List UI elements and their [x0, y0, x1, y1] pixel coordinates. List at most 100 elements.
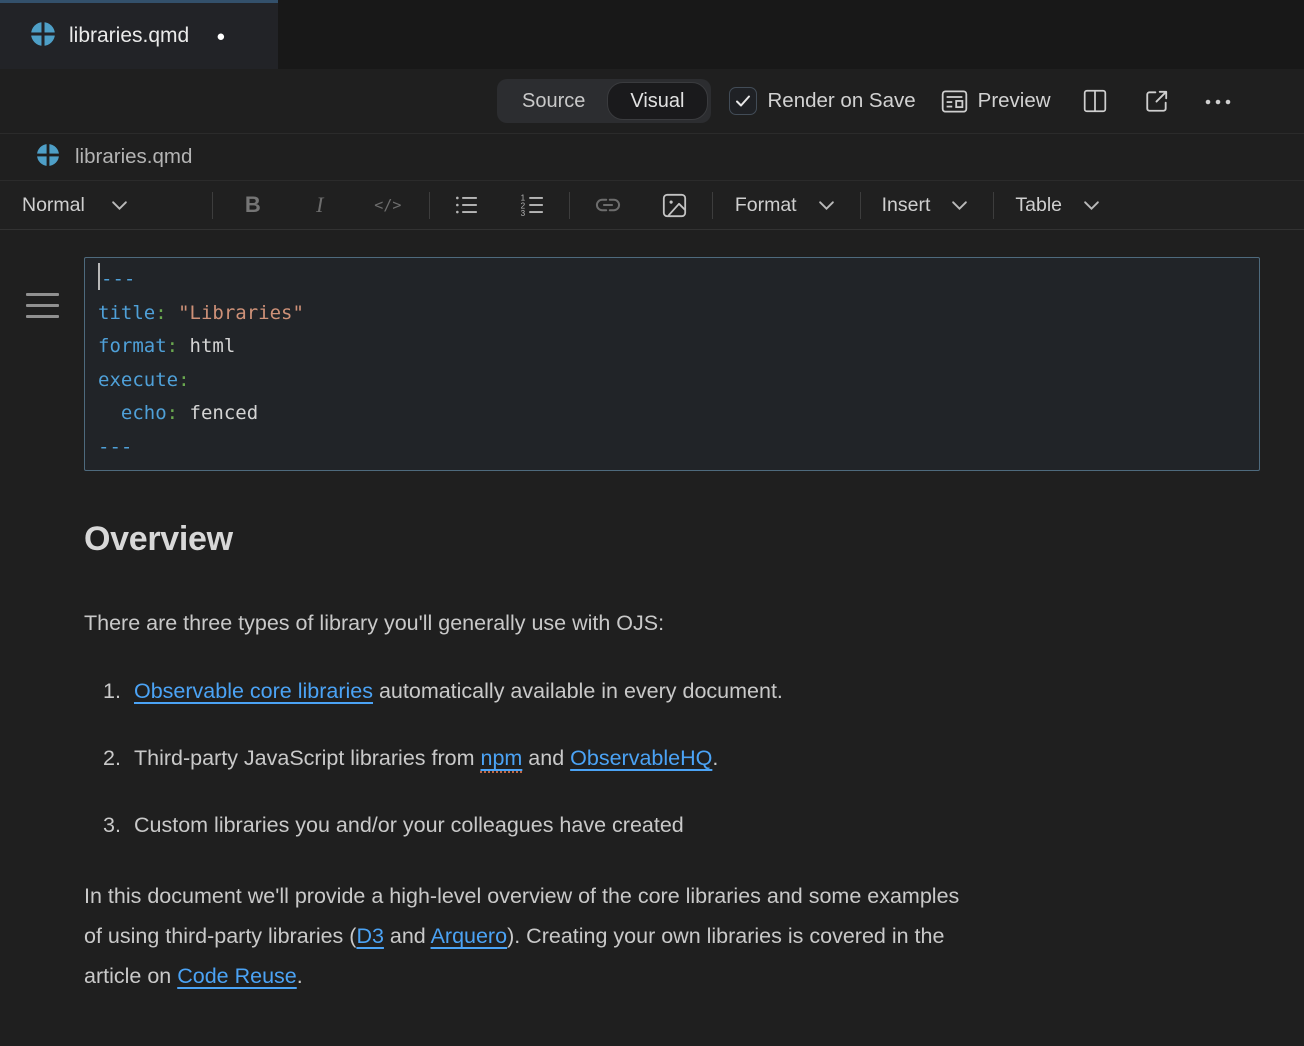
heading-overview: Overview [84, 518, 1304, 560]
list-item-segment: Third-party JavaScript libraries from [134, 746, 480, 770]
link-arquero[interactable]: Arquero [431, 924, 508, 948]
table-menu[interactable]: Table [1015, 194, 1100, 217]
tab-bar: libraries.qmd ● [0, 0, 1304, 69]
numbered-list-icon: 1 2 3 [519, 192, 545, 218]
preview-icon [941, 88, 968, 115]
code-line: echo: fenced [98, 397, 1259, 431]
split-editor-button[interactable] [1082, 88, 1108, 114]
numbered-list: 1. Observable core libraries automatical… [84, 671, 1304, 845]
tab-libraries-qmd[interactable]: libraries.qmd ● [0, 0, 278, 69]
yaml-colon: : [178, 369, 189, 391]
paragraph-segment: In this document we'll provide a high-le… [84, 884, 959, 908]
list-item-segment: . [712, 746, 718, 770]
quarto-icon [30, 21, 56, 52]
image-button[interactable] [661, 192, 688, 219]
paragraph-segment: and [384, 924, 431, 948]
link-observablehq[interactable]: ObservableHQ [570, 746, 712, 770]
toolbar-separator [212, 192, 213, 219]
svg-text:3: 3 [520, 209, 525, 218]
preview-label: Preview [978, 89, 1051, 113]
yaml-delimiter: --- [101, 268, 135, 290]
yaml-value: html [190, 335, 236, 357]
yaml-colon: : [167, 335, 190, 357]
split-editor-icon [1082, 88, 1108, 114]
quarto-icon [36, 143, 60, 172]
yaml-delimiter: --- [98, 436, 132, 458]
italic-button[interactable]: I [308, 192, 332, 218]
code-line: execute: [98, 364, 1259, 398]
chevron-down-icon [1083, 200, 1100, 211]
visual-editor-canvas: ---title: "Libraries"format: htmlexecute… [0, 257, 1304, 1046]
more-actions-button[interactable] [1203, 88, 1233, 114]
link-code-reuse[interactable]: Code Reuse [177, 964, 297, 988]
code-line: format: html [98, 330, 1259, 364]
list-marker: 1. [84, 671, 134, 711]
open-external-button[interactable] [1144, 88, 1170, 114]
yaml-colon: : [167, 402, 190, 424]
chevron-down-icon [111, 200, 128, 211]
insert-menu-label: Insert [882, 194, 931, 217]
list-item-segment: and [522, 746, 570, 770]
link-d3[interactable]: D3 [356, 924, 383, 948]
list-item-tail: automatically available in every documen… [373, 679, 783, 703]
paragraph-segment: . [297, 964, 303, 988]
link-icon [594, 191, 622, 219]
toolbar-separator [712, 192, 713, 219]
yaml-value: "Libraries" [178, 302, 304, 324]
render-on-save-label: Render on Save [768, 89, 916, 113]
list-item: 3. Custom libraries you and/or your coll… [84, 805, 1304, 845]
unsaved-dot-icon[interactable]: ● [216, 29, 225, 44]
closing-paragraph: In this document we'll provide a high-le… [84, 876, 1304, 996]
checkmark-icon [734, 92, 752, 110]
text-cursor [98, 263, 100, 290]
yaml-key: execute [98, 369, 178, 391]
table-menu-label: Table [1015, 194, 1062, 217]
source-mode-button[interactable]: Source [500, 82, 607, 120]
preview-button[interactable]: Preview [941, 88, 1051, 115]
code-line: title: "Libraries" [98, 297, 1259, 331]
yaml-front-matter-block[interactable]: ---title: "Libraries"format: htmlexecute… [84, 257, 1260, 471]
chevron-down-icon [818, 200, 835, 211]
link-npm[interactable]: npm [480, 746, 522, 770]
numbered-list-button[interactable]: 1 2 3 [519, 192, 545, 218]
bullet-list-button[interactable] [453, 192, 479, 218]
yaml-key: title [98, 302, 155, 324]
bold-button[interactable]: B [241, 192, 265, 218]
paragraph-style-label: Normal [22, 194, 85, 217]
code-line: --- [98, 263, 1259, 297]
insert-menu[interactable]: Insert [882, 194, 969, 217]
paragraph-segment: article on [84, 964, 177, 988]
list-item: 1. Observable core libraries automatical… [84, 671, 1304, 711]
yaml-colon: : [155, 302, 178, 324]
editor-action-row: Source Visual Render on Save Preview [0, 69, 1304, 133]
list-item-text: Observable core libraries automatically … [134, 671, 783, 711]
list-item-text: Third-party JavaScript libraries from np… [134, 738, 718, 778]
toolbar-separator [860, 192, 861, 219]
link-button[interactable] [594, 191, 622, 219]
document-body: Overview There are three types of librar… [84, 518, 1304, 1046]
intro-paragraph: There are three types of library you'll … [84, 603, 1304, 643]
chevron-down-icon [951, 200, 968, 211]
breadcrumb-filename[interactable]: libraries.qmd [75, 145, 192, 169]
toolbar-separator [429, 192, 430, 219]
drag-handle-icon[interactable] [26, 293, 59, 318]
render-on-save-checkbox[interactable] [729, 87, 757, 115]
list-marker: 3. [84, 805, 134, 845]
paragraph-segment: of using third-party libraries ( [84, 924, 356, 948]
code-line: --- [98, 431, 1259, 465]
paragraph-style-dropdown[interactable]: Normal [22, 194, 128, 217]
open-external-icon [1144, 88, 1170, 114]
yaml-key: echo [98, 402, 167, 424]
format-menu[interactable]: Format [735, 194, 835, 217]
format-toolbar: Normal B I </> 1 2 3 [0, 181, 1304, 230]
link-observable-core-libraries[interactable]: Observable core libraries [134, 679, 373, 703]
spellcheck-underline: npm [480, 746, 522, 773]
yaml-value: fenced [190, 402, 259, 424]
visual-mode-button[interactable]: Visual [607, 82, 707, 120]
list-marker: 2. [84, 738, 134, 778]
code-button[interactable]: </> [373, 196, 403, 214]
toolbar-separator [569, 192, 570, 219]
image-icon [661, 192, 688, 219]
toolbar-separator [993, 192, 994, 219]
list-item-text: Custom libraries you and/or your colleag… [134, 805, 684, 845]
